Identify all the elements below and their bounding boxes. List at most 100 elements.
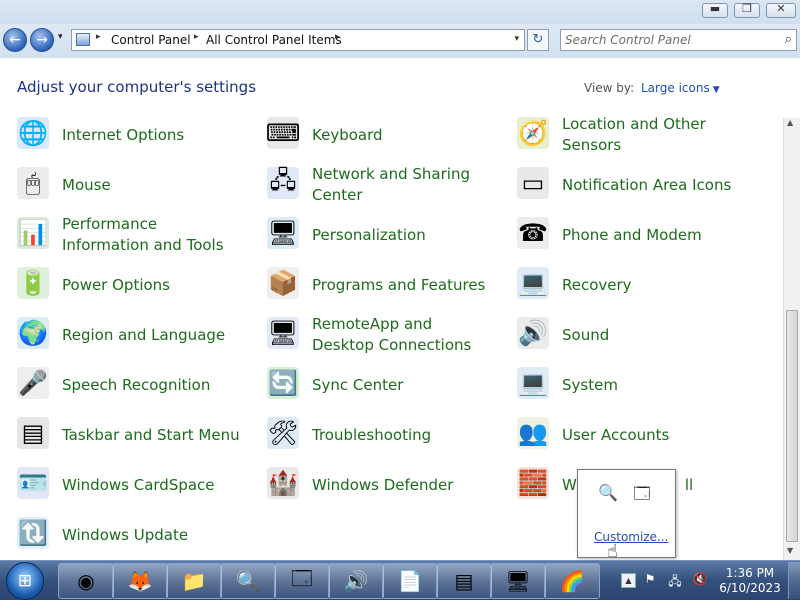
sound-icon: 🔊 (343, 569, 369, 593)
control-panel-item[interactable]: 🔊 Sound (500, 313, 750, 357)
defender-icon: 🏰 (267, 467, 299, 499)
show-hidden-icons-button[interactable]: ▲ (621, 573, 636, 588)
taskbar-chrome-button[interactable]: ◉ (58, 563, 114, 599)
content-header: Adjust your computer's settings View by:… (0, 58, 800, 118)
control-panel-item[interactable]: 🔄 Sync Center (250, 363, 500, 407)
control-panel-item-label: Location and Other Sensors (562, 115, 706, 154)
control-panel-item[interactable]: 🔋 Power Options (0, 263, 250, 307)
control-panel-item[interactable]: 👥 User Accounts (500, 413, 750, 457)
control-panel-item[interactable]: 📦 Programs and Features (250, 263, 500, 307)
location-sensors-icon: 🧭 (517, 117, 549, 149)
network-tray-icon[interactable]: 🖧 (667, 572, 683, 588)
breadcrumb-control-panel[interactable]: Control Panel (111, 33, 191, 47)
control-panel-item[interactable]: ▤ Taskbar and Start Menu (0, 413, 250, 457)
search-icon[interactable]: ⌕ (785, 32, 792, 47)
scroll-up-icon[interactable]: ▲ (787, 118, 793, 127)
taskbar-taskbar-settings-button[interactable]: ▤ (436, 563, 492, 599)
minimize-button[interactable]: ▬ (702, 2, 728, 18)
taskbar-explorer-button[interactable]: 📁 (166, 563, 222, 599)
network-icon: 🖧 (267, 166, 299, 199)
close-button[interactable]: ✕ (766, 2, 796, 18)
cardspace-icon: 🪪 (17, 467, 49, 499)
search-input[interactable] (563, 31, 772, 49)
notepad-icon: 📄 (397, 569, 423, 593)
control-panel-icon (76, 33, 90, 46)
control-panel-item[interactable]: 💻 System (500, 363, 750, 407)
control-panel-item[interactable]: ⌨ Keyboard (250, 113, 500, 157)
search-box[interactable]: ⌕ (560, 29, 797, 51)
firefox-icon: 🦊 (127, 569, 153, 593)
customize-link[interactable]: Customize... (594, 530, 668, 544)
control-panel-item-label: Keyboard (312, 125, 383, 144)
control-panel-item[interactable]: 📊 Performance Information and Tools (0, 213, 250, 257)
vertical-scrollbar[interactable]: ▲ ▼ (783, 118, 800, 560)
control-panel-item[interactable]: ▭ Notification Area Icons (500, 163, 750, 207)
control-panel-window: ▬ ❐ ✕ ← → ▾ ▸ Control Panel ▸ All Contro… (0, 0, 800, 560)
control-panel-item[interactable]: 🖧 Network and Sharing Center (250, 163, 500, 207)
phone-modem-icon: ☎ (517, 217, 549, 249)
taskbar-firefox-button[interactable]: 🦊 (112, 563, 168, 599)
control-panel-item[interactable]: 🖱 Mouse (0, 163, 250, 207)
scroll-down-icon[interactable]: ▼ (787, 546, 793, 555)
breadcrumb-arrow-icon[interactable]: ▸ (96, 32, 101, 42)
taskbar-personalization-button[interactable]: 🖥 (490, 563, 546, 599)
control-panel-item[interactable]: 🎤 Speech Recognition (0, 363, 250, 407)
forward-button[interactable]: → (30, 28, 54, 52)
control-panel-item[interactable]: 🛠 Troubleshooting (250, 413, 500, 457)
control-panel-item[interactable]: 🪪 Windows CardSpace (0, 463, 250, 507)
show-desktop-button[interactable] (788, 562, 800, 599)
refresh-button[interactable]: ↻ (527, 29, 549, 51)
address-bar[interactable]: ▸ Control Panel ▸ All Control Panel Item… (71, 29, 525, 51)
programs-features-icon: 📦 (267, 267, 299, 299)
action-center-icon[interactable]: ⚑ (642, 572, 658, 588)
taskbar-notepad-button[interactable]: 📄 (382, 563, 438, 599)
search-tray-icon[interactable]: 🔍 (598, 483, 618, 503)
breadcrumb-all-items[interactable]: All Control Panel Items (206, 33, 342, 47)
control-panel-item[interactable]: 💻 Recovery (500, 263, 750, 307)
clock[interactable]: 1:36 PM 6/10/2023 (714, 566, 786, 596)
taskbar-control-panel-button[interactable]: 🗔 (274, 563, 330, 599)
breadcrumb-arrow-icon[interactable]: ▸ (335, 32, 340, 42)
windows-update-icon: 🔃 (17, 517, 49, 549)
scrollbar-thumb[interactable] (786, 310, 798, 542)
navigation-bar: ← → ▾ ▸ Control Panel ▸ All Control Pane… (0, 24, 800, 58)
volume-muted-icon[interactable]: 🔇 (692, 572, 708, 588)
taskbar-sound-button[interactable]: 🔊 (328, 563, 384, 599)
control-panel-item-label: Sound (562, 325, 610, 344)
taskbar-display-button[interactable]: 🌈 (544, 563, 600, 599)
breadcrumb-arrow-icon[interactable]: ▸ (194, 32, 199, 42)
close-icon: ✕ (776, 2, 786, 15)
personalization-icon: 🖥 (505, 569, 531, 593)
notification-overflow-popup: 🔍 🗔 Customize... (577, 469, 676, 558)
back-button[interactable]: ← (3, 28, 27, 52)
taskbar-settings-icon: ▤ (454, 569, 474, 593)
start-button[interactable]: ⊞ (6, 562, 44, 600)
control-panel-item[interactable]: 🌐 Internet Options (0, 113, 250, 157)
control-panel-item[interactable]: ☎ Phone and Modem (500, 213, 750, 257)
clock-date: 6/10/2023 (719, 581, 781, 595)
taskbar-icon: ▤ (17, 417, 49, 449)
remoteapp-icon: 🖥 (267, 317, 299, 349)
view-by-dropdown[interactable]: Large icons ▼ (641, 81, 720, 95)
title-bar: ▬ ❐ ✕ (0, 0, 800, 24)
sound-icon: 🔊 (517, 317, 549, 349)
maximize-button[interactable]: ❐ (734, 2, 760, 18)
user-accounts-icon: 👥 (517, 417, 549, 449)
control-panel-item[interactable]: 🧭 Location and Other Sensors (500, 113, 750, 157)
control-panel-item[interactable]: 🌍 Region and Language (0, 313, 250, 357)
control-panel-item-label: Windows CardSpace (62, 475, 215, 494)
troubleshooting-icon: 🛠 (267, 417, 299, 449)
control-panel-item[interactable]: 🏰 Windows Defender (250, 463, 500, 507)
maximize-icon: ❐ (742, 2, 752, 15)
recent-pages-dropdown[interactable]: ▾ (58, 32, 63, 42)
control-panel-item-label: User Accounts (562, 425, 670, 444)
clock-time: 1:36 PM (725, 566, 775, 580)
control-panel-item-label: Troubleshooting (312, 425, 432, 444)
control-panel-item[interactable]: 🔃 Windows Update (0, 513, 250, 557)
control-panel-item[interactable]: 🖥 Personalization (250, 213, 500, 257)
control-panel-item-label: Notification Area Icons (562, 175, 732, 194)
control-panel-tray-icon[interactable]: 🗔 (632, 483, 652, 503)
address-dropdown-icon[interactable]: ▾ (514, 34, 519, 44)
control-panel-item[interactable]: 🖥 RemoteApp and Desktop Connections (250, 313, 500, 357)
taskbar-search-button[interactable]: 🔍 (220, 563, 276, 599)
